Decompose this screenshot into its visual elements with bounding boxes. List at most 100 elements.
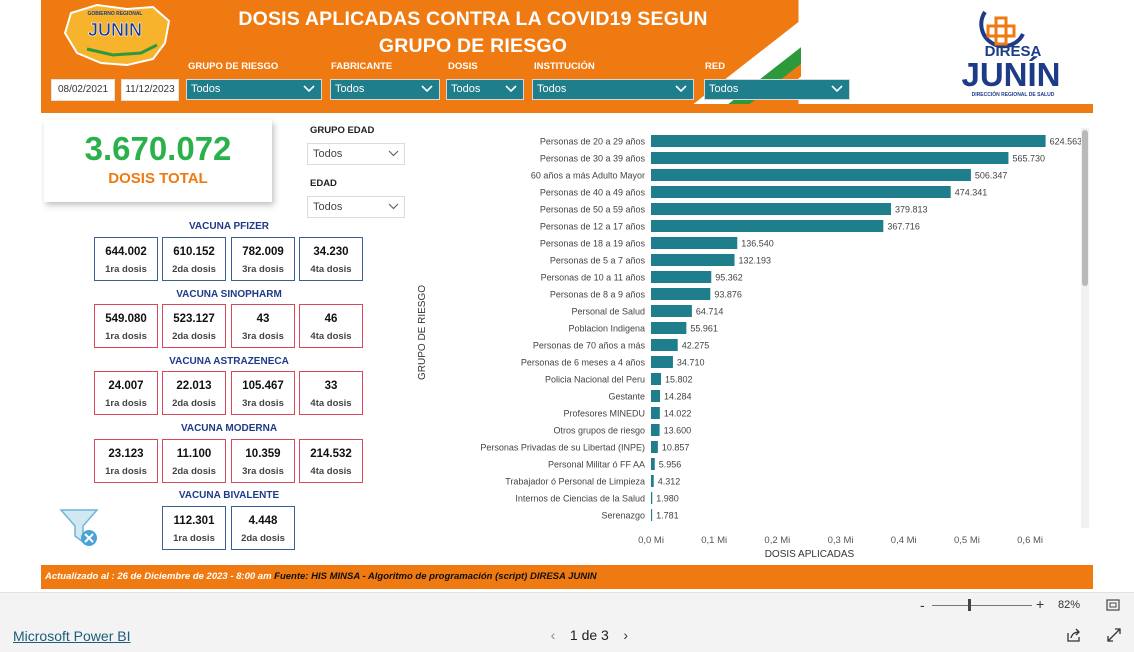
- dose-tile: 610.152 2da dosis: [162, 237, 226, 281]
- bar: [651, 271, 712, 283]
- kpi-card-total-doses: 3.670.072 DOSIS TOTAL: [44, 120, 272, 202]
- dose-tile: 214.532 4ta dosis: [299, 439, 363, 483]
- date-end-input[interactable]: 11/12/2023: [121, 79, 179, 101]
- category-label: Personas de 10 a 11 años: [541, 273, 646, 283]
- category-label: Trabajador ó Personal de Limpieza: [505, 477, 645, 487]
- bar-chart-dosis-por-grupo: Personas de 20 a 29 años 624.563 Personas …: [480, 135, 1082, 560]
- bar: [651, 390, 661, 402]
- bar: [651, 339, 678, 351]
- chevron-down-icon: [675, 85, 687, 93]
- kpi-label: DOSIS TOTAL: [108, 170, 208, 187]
- page-title-line2: GRUPO DE RIESGO: [378, 35, 568, 57]
- bar: [651, 356, 673, 368]
- chart-scrollbar-thumb[interactable]: [1082, 130, 1088, 286]
- bar: [651, 509, 653, 521]
- bar: [651, 424, 660, 436]
- x-axis-title: DOSIS APLICADAS: [765, 549, 855, 560]
- category-label: Policia Nacional del Peru: [545, 375, 645, 385]
- chevron-down-icon: [303, 85, 315, 93]
- x-tick-label: 0,4 Mi: [891, 535, 917, 546]
- bar: [651, 203, 891, 215]
- vaccine-title-sinopharm: VACUNA SINOPHARM: [176, 289, 282, 300]
- category-label: Personas Privadas de su Libertad (INPE): [480, 443, 645, 453]
- dose-tile: 22.013 2da dosis: [162, 371, 226, 415]
- chevron-down-icon: [505, 85, 517, 93]
- data-label: 1.980: [656, 494, 679, 504]
- category-label: Poblacion Indigena: [568, 324, 645, 334]
- category-label: Gestante: [608, 392, 645, 402]
- report-header: GOBIERNO REGIONAL JUNIN DOSIS APLICADAS …: [41, 0, 1093, 104]
- filter-red-select[interactable]: Todos: [704, 79, 850, 100]
- data-label: 506.347: [975, 171, 1008, 181]
- dose-tile: 523.127 2da dosis: [162, 304, 226, 348]
- fullscreen-icon[interactable]: [1106, 627, 1122, 643]
- x-tick-label: 0,3 Mi: [828, 535, 854, 546]
- category-label: Serenazgo: [601, 511, 645, 521]
- filter-value: Todos: [335, 83, 365, 95]
- powerbi-bottom-bar: Microsoft Power BI ‹ 1 de 3 ›: [0, 618, 1134, 652]
- dose-tile: 34.230 4ta dosis: [299, 237, 363, 281]
- bar: [651, 169, 971, 181]
- data-label: 5.956: [659, 460, 682, 470]
- zoom-in-button[interactable]: +: [1036, 596, 1044, 612]
- chevron-down-icon: [421, 85, 433, 93]
- zoom-slider[interactable]: [932, 605, 1032, 606]
- dose-tile: 23.123 1ra dosis: [94, 439, 158, 483]
- bar: [651, 407, 660, 419]
- dose-tile: 112.301 1ra dosis: [162, 506, 226, 550]
- page-title-line1: DOSIS APLICADAS CONTRA LA COVID19 SEGUN: [238, 8, 708, 30]
- microsoft-power-bi-link[interactable]: Microsoft Power BI: [13, 628, 130, 644]
- category-label: Personas de 8 a 9 años: [550, 290, 646, 300]
- data-label: 34.710: [677, 358, 705, 368]
- dose-tile: 782.009 3ra dosis: [231, 237, 295, 281]
- next-page-button[interactable]: ›: [613, 627, 639, 643]
- x-tick-label: 0,6 Mi: [1017, 535, 1043, 546]
- data-label: 474.341: [955, 188, 988, 198]
- filter-label-fabricante: FABRICANTE: [331, 61, 393, 72]
- bar: [651, 441, 658, 453]
- data-label: 10.857: [662, 443, 690, 453]
- bar: [651, 220, 884, 232]
- category-label: Personal de Salud: [571, 307, 645, 317]
- header-divider: [41, 104, 1093, 113]
- category-label: Internos de Ciencias de la Salud: [515, 494, 645, 504]
- slicer-edad-dropdown[interactable]: Todos: [307, 196, 405, 218]
- report-page: GOBIERNO REGIONAL JUNIN DOSIS APLICADAS …: [41, 0, 1093, 592]
- bar: [651, 373, 661, 385]
- data-label: 42.275: [682, 341, 710, 351]
- bar: [651, 237, 738, 249]
- category-label: Personas de 40 a 49 años: [540, 188, 646, 198]
- slicer-label-grupo-edad: GRUPO EDAD: [310, 125, 375, 136]
- vaccine-title-astrazeneca: VACUNA ASTRAZENECA: [169, 356, 289, 367]
- category-label: Personas de 18 a 19 años: [540, 239, 646, 249]
- filter-dosis-select[interactable]: Todos: [446, 79, 524, 100]
- data-label: 379.813: [895, 205, 928, 215]
- share-icon[interactable]: [1066, 627, 1082, 643]
- clear-filter-icon[interactable]: [59, 508, 101, 548]
- dose-tile: 10.359 3ra dosis: [231, 439, 295, 483]
- svg-text:DIRECCIÓN REGIONAL DE SALUD: DIRECCIÓN REGIONAL DE SALUD: [972, 90, 1055, 98]
- zoom-slider-thumb[interactable]: [968, 599, 971, 611]
- zoom-out-button[interactable]: -: [920, 597, 925, 613]
- category-label: Personas de 30 a 39 años: [540, 154, 646, 164]
- footer-source: Fuente: HIS MINSA - Algoritmo de program…: [274, 571, 597, 582]
- data-label: 93.876: [714, 290, 742, 300]
- bar: [651, 254, 735, 266]
- category-label: Personas de 6 meses a 4 años: [521, 358, 646, 368]
- data-label: 55.961: [690, 324, 718, 334]
- filter-value: Todos: [451, 83, 481, 95]
- filter-fabricante-select[interactable]: Todos: [330, 79, 440, 100]
- slicer-grupo-edad-dropdown[interactable]: Todos: [307, 143, 405, 165]
- fit-to-page-icon[interactable]: [1106, 599, 1120, 611]
- filter-institucion-select[interactable]: Todos: [532, 79, 694, 100]
- previous-page-button[interactable]: ‹: [540, 627, 566, 643]
- date-start-input[interactable]: 08/02/2021: [51, 79, 115, 101]
- filter-label-institucion: INSTITUCIÓN: [534, 61, 595, 72]
- filter-grupo-riesgo-select[interactable]: Todos: [186, 79, 322, 100]
- category-label: Personas de 70 años a más: [533, 341, 646, 351]
- x-tick-label: 0,1 Mi: [701, 535, 727, 546]
- data-label: 367.716: [887, 222, 920, 232]
- bar: [651, 135, 1046, 147]
- bar: [651, 152, 1009, 164]
- filter-value: Todos: [709, 83, 739, 95]
